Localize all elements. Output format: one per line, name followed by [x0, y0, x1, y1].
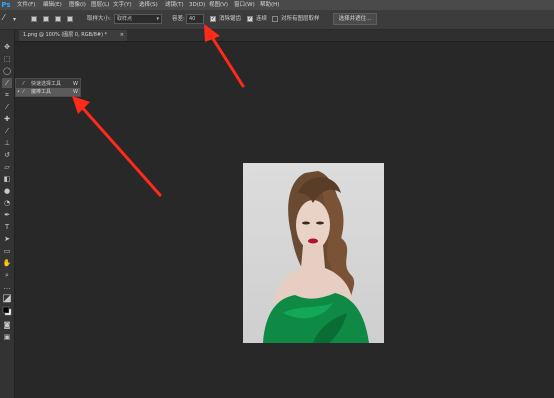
- annotation-arrow-magic-wand: [72, 96, 162, 197]
- annotation-arrow-tolerance: [204, 24, 245, 88]
- annotation-arrows: [72, 24, 245, 197]
